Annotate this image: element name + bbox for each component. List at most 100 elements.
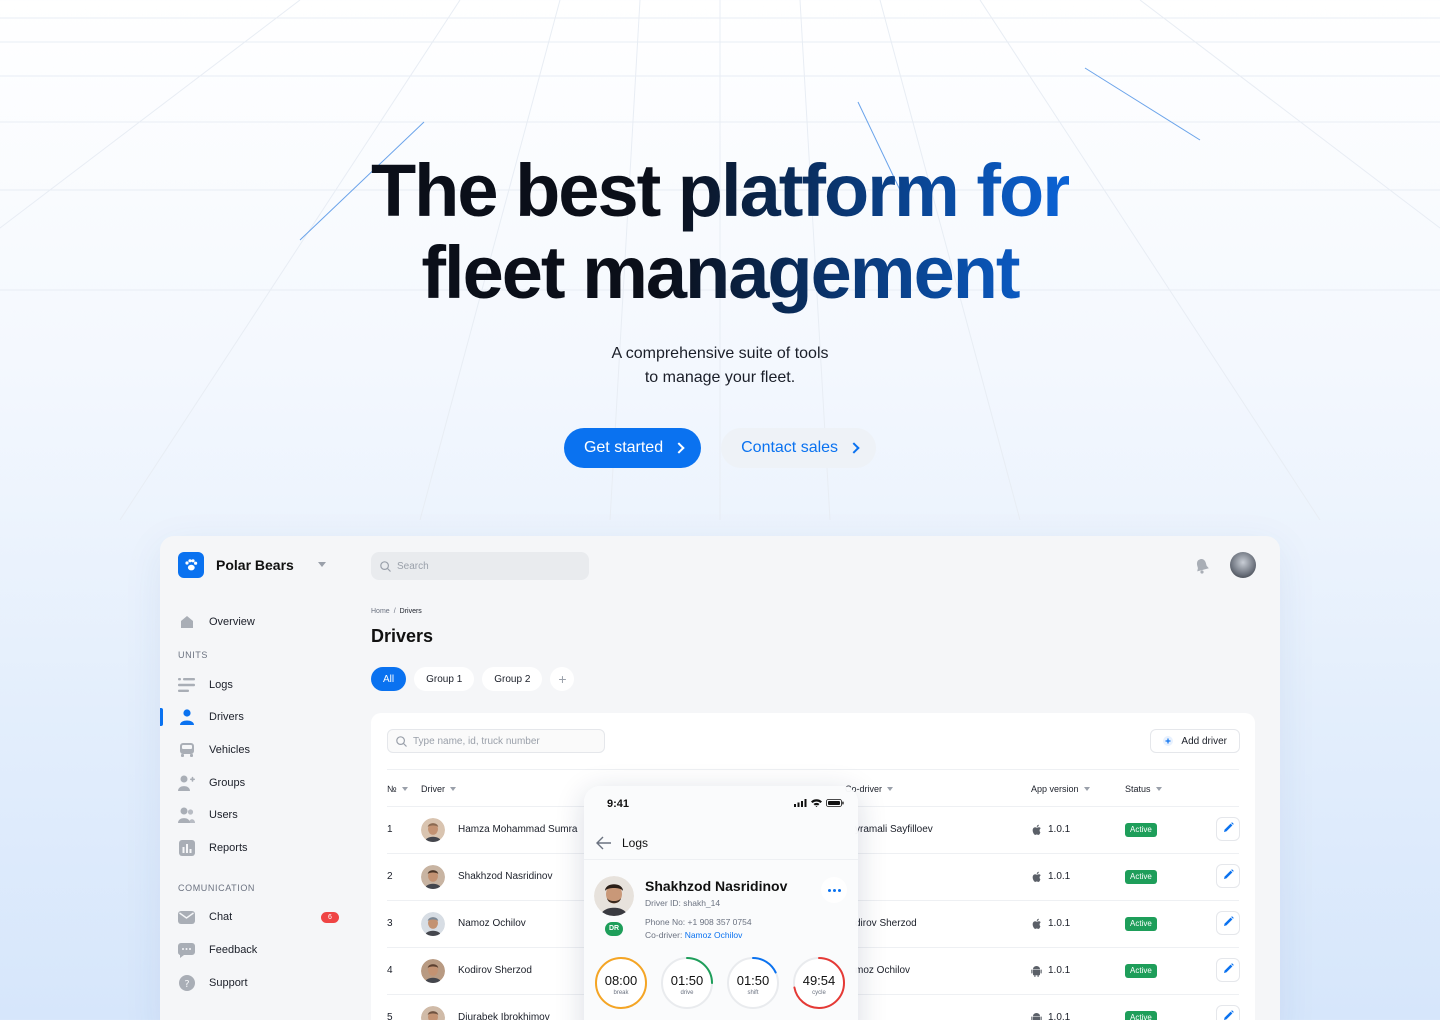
column-header-label: App version	[1031, 784, 1079, 794]
breadcrumb-home[interactable]: Home	[371, 608, 390, 615]
sidebar-item-reports[interactable]: Reports	[178, 838, 328, 858]
add-driver-button[interactable]: Add driver	[1150, 729, 1240, 753]
sidebar-item-overview[interactable]: Overview	[178, 612, 328, 632]
status-bar-icons	[794, 799, 844, 807]
get-started-button[interactable]: Get started	[563, 428, 702, 468]
driver-codriver: Co-driver: Namoz Ochilov	[645, 930, 742, 940]
home-icon	[178, 614, 195, 631]
driver-name[interactable]: Kodirov Sherzod	[458, 965, 532, 976]
gauge-label: shift	[747, 990, 759, 996]
column-header-number[interactable]: №	[387, 784, 408, 794]
add-group-button[interactable]: +	[550, 667, 575, 691]
brand-name: Polar Bears	[216, 557, 294, 573]
more-options-button[interactable]	[821, 877, 847, 903]
gauge-shift: 01:50 shift	[726, 956, 780, 1010]
edit-button[interactable]	[1216, 958, 1240, 982]
get-started-label: Get started	[583, 439, 664, 456]
edit-button[interactable]	[1216, 911, 1240, 935]
edit-button[interactable]	[1216, 817, 1240, 841]
brand-switcher[interactable]: Polar Bears	[178, 552, 328, 578]
column-header-driver[interactable]: Driver	[421, 784, 456, 794]
more-dot-icon	[827, 888, 831, 892]
sidebar-item-label: Drivers	[209, 711, 244, 723]
codriver-name: yramali Sayfilloev	[855, 824, 933, 835]
row-number: 3	[387, 918, 393, 929]
chip-all[interactable]: All	[371, 667, 407, 691]
codriver-label: Co-driver:	[645, 930, 685, 940]
chip-group-1[interactable]: Group 1	[414, 667, 475, 691]
column-header-status[interactable]: Status	[1125, 784, 1162, 794]
table-search[interactable]	[387, 729, 605, 753]
sidebar-item-support[interactable]: ? Support	[178, 973, 328, 993]
bell-icon[interactable]	[1194, 558, 1210, 574]
android-icon	[1031, 1011, 1042, 1020]
column-header-label: Status	[1125, 784, 1151, 794]
gauge-label: break	[613, 990, 629, 996]
driver-name[interactable]: Namoz Ochilov	[458, 918, 526, 929]
contact-sales-label: Contact sales	[741, 439, 839, 456]
gauge-value: 08:00	[604, 973, 638, 988]
status-badge: Active	[1125, 823, 1157, 837]
sidebar-item-logs[interactable]: Logs	[178, 675, 328, 695]
pencil-icon	[1223, 961, 1234, 979]
search-icon	[396, 735, 407, 747]
driver-phone: Phone No: +1 908 357 0754	[645, 917, 752, 927]
mobile-header: Logs	[584, 826, 858, 860]
apple-icon	[1031, 823, 1042, 841]
sidebar-item-groups[interactable]: Groups	[178, 773, 328, 793]
contact-sales-button[interactable]: Contact sales	[721, 428, 877, 468]
sidebar-item-label: Users	[209, 809, 238, 821]
hero-buttons: Get started Contact sales	[0, 428, 1440, 468]
app-version: 1.0.1	[1048, 871, 1071, 882]
android-icon	[1031, 964, 1042, 982]
column-header-app-version[interactable]: App version	[1031, 784, 1090, 794]
sidebar-item-vehicles[interactable]: Vehicles	[178, 740, 328, 760]
app-version: 1.0.1	[1048, 965, 1071, 976]
hero-subtitle: A comprehensive suite of tools to manage…	[0, 342, 1440, 390]
plus-icon: +	[558, 671, 567, 687]
battery-icon	[826, 799, 844, 807]
gauge-cycle: 49:54 cycle	[792, 956, 846, 1010]
global-search[interactable]	[371, 552, 589, 580]
list-icon	[178, 677, 195, 694]
bar-chart-icon	[178, 840, 195, 857]
status-badge: Active	[1125, 964, 1157, 978]
unread-count-badge: 6	[321, 912, 339, 923]
sidebar-item-chat[interactable]: Chat 6	[178, 907, 339, 927]
breadcrumb-separator: /	[393, 608, 396, 615]
mobile-header-title: Logs	[622, 836, 649, 850]
hero-subtitle-line-2: to manage your fleet.	[644, 369, 796, 386]
message-icon	[178, 942, 195, 959]
driver-avatar	[421, 865, 445, 889]
pencil-icon	[1223, 1008, 1234, 1020]
search-input[interactable]	[397, 560, 567, 572]
sort-icon	[1155, 787, 1162, 791]
more-dot-icon	[832, 888, 836, 892]
edit-button[interactable]	[1216, 1005, 1240, 1020]
driver-name[interactable]: Shakhzod Nasridinov	[458, 871, 553, 882]
user-avatar[interactable]	[1230, 552, 1256, 578]
sidebar-item-label: Feedback	[209, 944, 258, 956]
codriver-name: dirov Sherzod	[855, 918, 917, 929]
table-search-input[interactable]	[413, 735, 583, 747]
driver-name[interactable]: Hamza Mohammad Sumra	[458, 824, 577, 835]
sidebar-item-label: Overview	[209, 616, 255, 628]
sidebar-item-label: Reports	[209, 842, 248, 854]
wifi-icon	[811, 799, 822, 807]
gauge-value: 01:50	[736, 973, 770, 988]
caret-down-icon[interactable]	[318, 562, 326, 567]
edit-button[interactable]	[1216, 864, 1240, 888]
codriver-link[interactable]: Namoz Ochilov	[685, 930, 743, 940]
chip-group-2[interactable]: Group 2	[482, 667, 543, 691]
gauge-value: 49:54	[802, 973, 836, 988]
sidebar-item-feedback[interactable]: Feedback	[178, 940, 328, 960]
sidebar-item-label: Groups	[209, 777, 246, 789]
driver-name[interactable]: Djurabek Ibrokhimov	[458, 1012, 550, 1020]
pencil-icon	[1223, 867, 1234, 885]
hero-title: The best platform for fleet management	[371, 150, 1069, 314]
sidebar-item-drivers[interactable]: Drivers	[178, 707, 328, 727]
arrow-left-icon[interactable]	[596, 836, 612, 850]
sidebar-item-users[interactable]: Users	[178, 805, 328, 825]
role-badge: DR	[605, 922, 623, 936]
driver-avatar	[421, 959, 445, 983]
